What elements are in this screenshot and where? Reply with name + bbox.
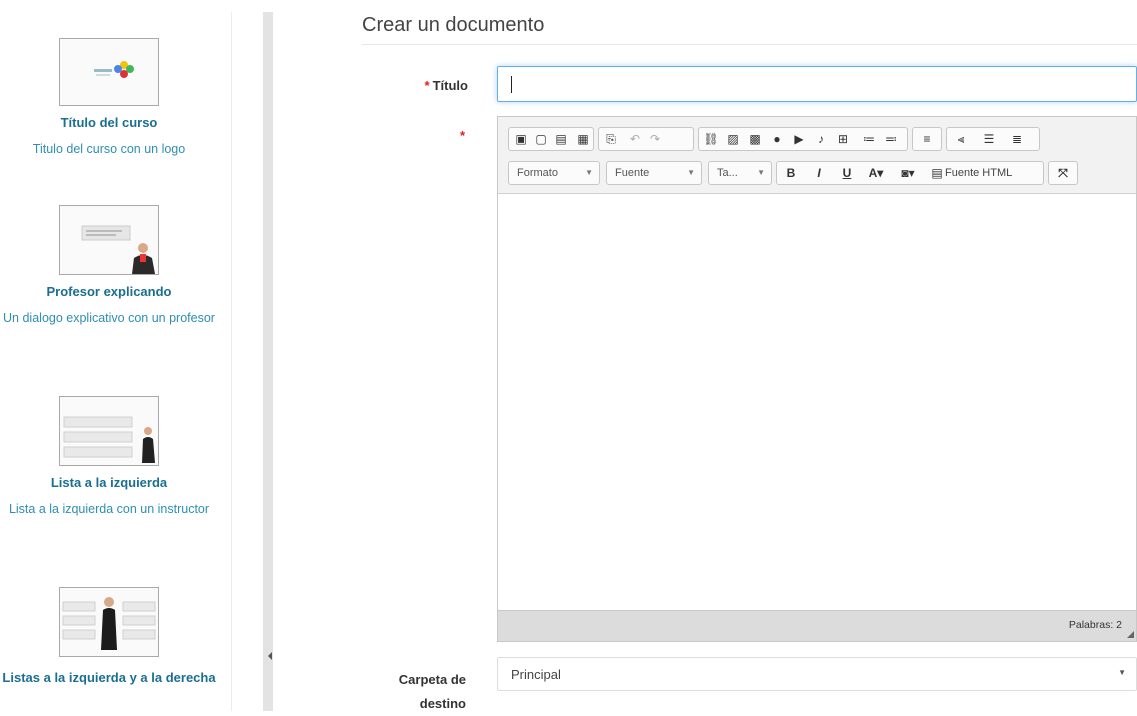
insert-group: ⛓ ▨ ▩ ● ▶ ♪ ⊞ ≔ ≕ xyxy=(698,127,908,151)
size-dropdown-label: Ta... xyxy=(717,167,738,179)
teacher-thumbnail-icon xyxy=(81,225,155,274)
logo-thumbnail-icon xyxy=(94,61,134,78)
text-color-icon[interactable]: A▾ xyxy=(863,162,889,184)
alignment-group: ⫷ ☰ ≣ xyxy=(946,127,1040,151)
bulleted-list-icon[interactable]: ≔ xyxy=(859,128,879,150)
save-icon[interactable]: ▣ xyxy=(511,128,531,150)
image-icon[interactable]: ▨ xyxy=(723,128,743,150)
horizontal-rule-group: ≡ xyxy=(912,127,942,151)
template-card[interactable]: Listas a la izquierda y a la derecha xyxy=(0,587,218,690)
italic-icon[interactable]: I xyxy=(809,162,829,184)
template-card[interactable]: Lista a la izquierda Lista a la izquierd… xyxy=(0,396,218,520)
template-title[interactable]: Lista a la izquierda xyxy=(0,475,218,490)
word-count: Palabras: 2 xyxy=(1068,619,1122,631)
template-description[interactable]: Lista a la izquierda con un instructor xyxy=(0,498,218,520)
template-thumbnail[interactable] xyxy=(59,205,159,275)
template-card[interactable]: Profesor explicando Un dialogo explicati… xyxy=(0,205,218,329)
chevron-down-icon: ▼ xyxy=(585,168,593,177)
title-divider xyxy=(362,44,1137,45)
font-dropdown[interactable]: Fuente ▼ xyxy=(606,161,702,185)
title-label-text: Título xyxy=(432,78,468,93)
bold-icon[interactable]: B xyxy=(781,162,801,184)
html-source-button[interactable]: Fuente HTML xyxy=(945,162,1035,184)
youtube-icon[interactable]: ▶ xyxy=(789,128,809,150)
video-icon[interactable]: ▩ xyxy=(745,128,765,150)
maximize-icon[interactable]: ⤧ xyxy=(1053,162,1073,184)
format-dropdown-label: Formato xyxy=(517,167,558,179)
undo-icon[interactable]: ↶ xyxy=(625,128,645,150)
size-dropdown[interactable]: Ta... ▼ xyxy=(708,161,772,185)
document-tools-group: ▣ ▢ ▤ ▦ xyxy=(508,127,594,151)
template-card[interactable]: Título del curso Titulo del curso con un… xyxy=(0,38,218,160)
background-color-icon[interactable]: ◙▾ xyxy=(895,162,921,184)
preview-icon[interactable]: ▤ xyxy=(551,128,571,150)
horizontal-rule-icon[interactable]: ≡ xyxy=(917,128,937,150)
required-mark: * xyxy=(424,78,430,93)
chevron-down-icon: ▼ xyxy=(1118,668,1126,677)
chevron-down-icon: ▼ xyxy=(757,168,765,177)
text-caret xyxy=(511,76,512,93)
template-thumbnail[interactable] xyxy=(59,396,159,466)
page-title: Crear un documento xyxy=(362,14,545,36)
underline-icon[interactable]: U xyxy=(837,162,857,184)
table-icon[interactable]: ⊞ xyxy=(833,128,853,150)
collapse-arrow-icon[interactable] xyxy=(268,652,272,660)
folder-select[interactable]: Principal ▼ xyxy=(497,657,1137,691)
new-page-icon[interactable]: ▢ xyxy=(531,128,551,150)
folder-label: Carpeta de destino xyxy=(398,672,466,711)
paste-icon[interactable]: ⎘ xyxy=(601,128,621,150)
template-title[interactable]: Profesor explicando xyxy=(0,284,218,299)
clipboard-group: ⎘ ↶ ↷ xyxy=(598,127,694,151)
templates-sidebar: Título del curso Titulo del curso con un… xyxy=(0,0,232,711)
editor-status-bar: Palabras: 2 xyxy=(498,610,1136,641)
audio-icon[interactable]: ♪ xyxy=(811,128,831,150)
required-mark: * xyxy=(459,128,465,143)
templates-icon[interactable]: ▦ xyxy=(573,128,593,150)
editor-content-area[interactable] xyxy=(498,194,1136,611)
template-thumbnail[interactable] xyxy=(59,38,159,106)
numbered-list-icon[interactable]: ≕ xyxy=(881,128,901,150)
flash-icon[interactable]: ● xyxy=(767,128,787,150)
maximize-group: ⤧ xyxy=(1048,161,1078,185)
text-style-group: B I U A▾ ◙▾ ▤ Fuente HTML xyxy=(776,161,1044,185)
template-description[interactable]: Titulo del curso con un logo xyxy=(0,138,218,160)
template-title[interactable]: Listas a la izquierda y a la derecha xyxy=(0,666,218,690)
template-thumbnail[interactable] xyxy=(59,587,159,657)
link-icon[interactable]: ⛓ xyxy=(701,128,721,150)
content-label: * xyxy=(440,128,468,143)
sidebar-divider xyxy=(231,12,232,711)
template-title[interactable]: Título del curso xyxy=(0,115,218,130)
font-dropdown-label: Fuente xyxy=(615,167,650,179)
sidebar-collapse-bar[interactable] xyxy=(263,12,273,711)
editor-toolbar: ▣ ▢ ▤ ▦ ⎘ ↶ ↷ ⛓ ▨ ▩ ● ▶ ♪ ⊞ ≔ ≕ ≡ ⫷ ☰ ≣ xyxy=(498,117,1136,194)
two-lists-thumbnail-icon xyxy=(62,597,156,650)
source-icon[interactable]: ▤ xyxy=(927,162,947,184)
list-thumbnail-icon xyxy=(63,416,155,463)
resize-handle-icon[interactable] xyxy=(1127,631,1134,638)
title-label: * Título xyxy=(400,78,468,93)
folder-select-value: Principal xyxy=(511,667,561,682)
justify-icon[interactable]: ≣ xyxy=(1007,128,1027,150)
align-center-icon[interactable]: ☰ xyxy=(979,128,999,150)
rich-text-editor[interactable]: ▣ ▢ ▤ ▦ ⎘ ↶ ↷ ⛓ ▨ ▩ ● ▶ ♪ ⊞ ≔ ≕ ≡ ⫷ ☰ ≣ xyxy=(497,116,1137,642)
chevron-down-icon: ▼ xyxy=(687,168,695,177)
template-description[interactable]: Un dialogo explicativo con un profesor xyxy=(0,307,218,329)
redo-icon[interactable]: ↷ xyxy=(645,128,665,150)
format-dropdown[interactable]: Formato ▼ xyxy=(508,161,600,185)
title-input[interactable] xyxy=(497,66,1137,102)
align-left-icon[interactable]: ⫷ xyxy=(951,128,971,150)
